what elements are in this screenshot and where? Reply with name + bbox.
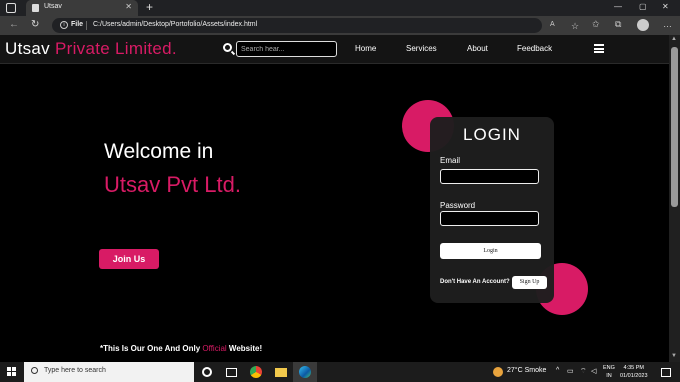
welcome-heading: Welcome in	[104, 140, 214, 163]
favorite-star-icon[interactable]: ☆	[571, 21, 579, 32]
taskbar-search-icon	[31, 367, 38, 374]
more-options-icon[interactable]: …	[663, 19, 672, 29]
official-website-note: *This Is Our One And Only Official Websi…	[100, 344, 262, 353]
password-label: Password	[440, 201, 476, 210]
system-clock[interactable]: 4:35 PM 01/01/2023	[620, 364, 648, 380]
menu-icon[interactable]	[594, 44, 604, 53]
login-title: LOGIN	[463, 125, 521, 144]
browser-toolbar: ← ↻ i File C:/Users/admin/Desktop/Portof…	[0, 16, 680, 35]
login-form: LOGIN Email Password Login Don't Have An…	[430, 117, 554, 303]
nav-link-about[interactable]: About	[467, 44, 488, 53]
language-region: IN	[606, 373, 612, 379]
taskbar-search-box[interactable]: Type here to search	[24, 362, 194, 382]
page-scrollbar[interactable]: ▲ ▼	[669, 35, 680, 362]
info-icon[interactable]: i	[60, 21, 68, 29]
brand-name: Utsav	[5, 39, 50, 58]
url-scheme: File	[71, 21, 84, 28]
scroll-down-icon[interactable]: ▼	[671, 353, 677, 359]
back-icon[interactable]: ←	[9, 19, 19, 30]
cortana-icon[interactable]	[202, 367, 212, 377]
note-text-start: *This Is Our One And Only	[100, 344, 203, 353]
tab-title: Utsav	[44, 3, 62, 10]
page-favicon-icon	[32, 4, 39, 12]
edge-icon[interactable]	[299, 366, 311, 378]
brand-suffix: Private Limited.	[55, 39, 177, 58]
address-bar[interactable]: i File C:/Users/admin/Desktop/Portofolio…	[52, 18, 579, 33]
close-tab-icon[interactable]: ✕	[125, 2, 132, 11]
search-icon[interactable]	[223, 43, 232, 52]
wifi-icon[interactable]: ⌔	[580, 367, 587, 376]
read-aloud-icon[interactable]: A	[550, 21, 555, 28]
maximize-icon[interactable]: ▢	[639, 2, 647, 11]
url-text[interactable]: C:/Users/admin/Desktop/Portofolio/Assets…	[93, 21, 257, 28]
brand-logo: Utsav Private Limited.	[5, 39, 177, 59]
language-code: ENG	[603, 365, 615, 371]
windows-taskbar: Type here to search 27°C Smoke ^ ▭ ⌔ ◁ E…	[0, 362, 680, 382]
file-explorer-icon[interactable]	[275, 368, 287, 377]
email-label: Email	[440, 156, 461, 165]
weather-text[interactable]: 27°C Smoke	[507, 367, 546, 374]
nav-link-feedback[interactable]: Feedback	[517, 44, 552, 53]
note-text-highlight: Official	[202, 344, 227, 353]
clock-date: 01/01/2023	[620, 373, 648, 379]
taskbar-search-placeholder: Type here to search	[44, 367, 106, 374]
windows-start-icon[interactable]	[7, 367, 17, 377]
close-window-icon[interactable]: ✕	[662, 2, 669, 11]
chrome-icon[interactable]	[250, 366, 262, 378]
password-field[interactable]	[440, 211, 539, 226]
browser-tab-strip: Utsav ✕ + — ▢ ✕	[0, 0, 680, 16]
scroll-thumb[interactable]	[671, 47, 678, 207]
site-search-input[interactable]	[236, 41, 337, 57]
volume-icon[interactable]: ◁	[591, 367, 596, 375]
profile-avatar[interactable]	[637, 19, 649, 31]
email-field[interactable]	[440, 169, 539, 184]
nav-link-services[interactable]: Services	[406, 44, 437, 53]
site-navbar: Utsav Private Limited. Home Services Abo…	[0, 35, 669, 64]
language-indicator[interactable]: ENG IN	[603, 364, 615, 380]
login-button[interactable]: Login	[440, 243, 541, 259]
refresh-icon[interactable]: ↻	[31, 19, 39, 30]
task-view-icon[interactable]	[226, 368, 237, 377]
browser-tab[interactable]: Utsav ✕	[26, 0, 138, 16]
clock-time: 4:35 PM	[623, 365, 644, 371]
battery-icon[interactable]: ▭	[567, 367, 574, 375]
note-text-end: Website!	[226, 344, 263, 353]
join-us-button[interactable]: Join Us	[99, 249, 159, 269]
favorites-icon[interactable]: ✩	[592, 19, 600, 30]
scroll-up-icon[interactable]: ▲	[671, 36, 677, 42]
weather-icon[interactable]	[493, 367, 503, 377]
nav-link-home[interactable]: Home	[355, 44, 376, 53]
minimize-icon[interactable]: —	[614, 2, 622, 11]
collections-icon[interactable]: ⧉	[615, 19, 621, 30]
new-tab-icon[interactable]: +	[146, 0, 153, 15]
no-account-text: Don't Have An Account?	[440, 279, 510, 285]
company-heading: Utsav Pvt Ltd.	[104, 172, 241, 197]
url-divider	[86, 21, 87, 30]
workspaces-icon[interactable]	[6, 3, 16, 13]
tray-chevron-icon[interactable]: ^	[556, 367, 559, 374]
notifications-icon[interactable]	[661, 368, 671, 377]
sign-up-button[interactable]: Sign Up	[512, 276, 547, 289]
